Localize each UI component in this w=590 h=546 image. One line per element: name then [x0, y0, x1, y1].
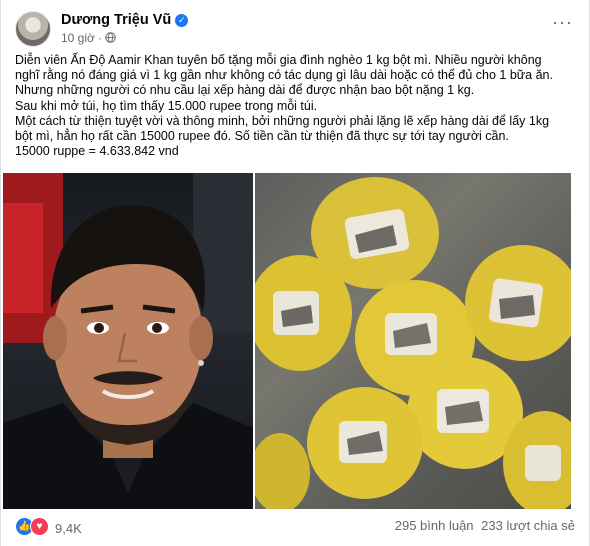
money-bags-illustration [255, 177, 571, 509]
globe-icon [105, 32, 116, 43]
love-reaction-icon: ♥ [30, 517, 49, 536]
post-paragraph: 15000 ruppe = 4.633.842 vnd [15, 144, 179, 159]
comments-count[interactable]: 295 bình luận [395, 518, 474, 533]
post-meta: 10 giờ · [61, 31, 116, 45]
author-name-text[interactable]: Dương Triệu Vũ [61, 12, 171, 28]
portrait-illustration [3, 173, 253, 509]
post-photo-money-bags[interactable] [255, 173, 571, 509]
meta-separator: · [97, 31, 102, 45]
reaction-count[interactable]: 9,4K [55, 521, 82, 536]
shares-count[interactable]: 233 lượt chia sẻ [481, 518, 575, 533]
post-stats: 295 bình luận 233 lượt chia sẻ [391, 518, 575, 533]
facebook-post: Dương Triệu Vũ ✓ 10 giờ · ··· Diễn viên Ấn… [0, 0, 590, 546]
post-paragraph: Diễn viên Ấn Độ Aamir Khan tuyên bố tặng… [15, 53, 542, 67]
post-paragraph: Sau khi mở túi, họ tìm thấy 15.000 rupee… [15, 98, 318, 113]
verified-badge-icon: ✓ [175, 14, 189, 27]
post-paragraph: Nhưng những người có nhu cầu lại xếp hàn… [15, 83, 475, 98]
more-options-icon[interactable]: ··· [552, 13, 573, 31]
flour-bag [255, 433, 310, 509]
author-avatar[interactable] [15, 11, 51, 47]
author-name[interactable]: Dương Triệu Vũ ✓ [61, 12, 189, 28]
post-photo-portrait[interactable] [3, 173, 253, 509]
post-paragraph: nghĩ rằng nó đáng giá vì 1 kg gần như kh… [15, 68, 553, 83]
flour-bag [307, 387, 423, 499]
post-header: Dương Triệu Vũ ✓ 10 giờ · ··· [15, 11, 577, 47]
post-text: Diễn viên Ấn Độ Aamir Khan tuyên bố tặng… [15, 53, 579, 159]
post-time[interactable]: 10 giờ [61, 31, 95, 45]
post-paragraph: Một cách từ thiện tuyệt vời và thông min… [15, 113, 550, 128]
flour-bag [465, 245, 571, 361]
post-paragraph: bột mì, hẳn họ rất cần 15000 rupee đó. S… [15, 129, 509, 144]
post-footer: 👍 ♥ 9,4K 295 bình luận 233 lượt chia sẻ [15, 514, 575, 538]
